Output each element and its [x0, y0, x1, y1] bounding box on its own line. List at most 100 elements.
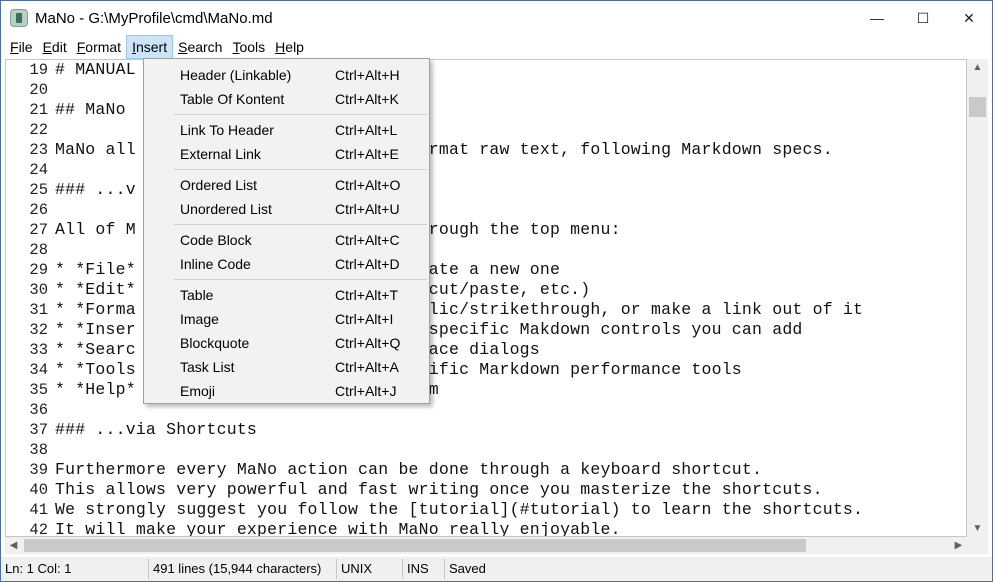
status-insert-mode: INS: [403, 559, 445, 579]
horizontal-scroll-thumb[interactable]: [24, 539, 806, 552]
status-bar: Ln: 1 Col: 1 491 lines (15,944 character…: [1, 557, 992, 581]
menu-format[interactable]: Format: [72, 35, 126, 59]
menu-item-shortcut: Ctrl+Alt+U: [335, 201, 400, 217]
line-number: 28: [29, 241, 48, 259]
maximize-icon: ☐: [916, 9, 930, 26]
scroll-up-arrow-icon[interactable]: ▲: [967, 59, 988, 76]
scroll-down-arrow-icon[interactable]: ▼: [967, 520, 988, 537]
line-text: ## MaNo: [55, 100, 126, 119]
insert-item-blockquote[interactable]: Blockquote Ctrl+Alt+Q: [144, 331, 429, 355]
menu-item-shortcut: Ctrl+Alt+E: [335, 146, 399, 162]
scroll-right-arrow-icon[interactable]: ▶: [950, 537, 967, 554]
close-button[interactable]: ✕: [946, 1, 992, 35]
menu-file[interactable]: File: [5, 35, 38, 59]
status-document-stats: 491 lines (15,944 characters): [149, 559, 337, 579]
close-icon: ✕: [963, 9, 975, 26]
menu-item-label: Image: [180, 311, 219, 327]
menu-label-rest: ools: [239, 39, 266, 55]
menu-item-shortcut: Ctrl+Alt+A: [335, 359, 399, 375]
insert-item-header-linkable[interactable]: Header (Linkable) Ctrl+Alt+H: [144, 63, 429, 87]
status-save-state: Saved: [449, 561, 486, 576]
menu-item-shortcut: Ctrl+Alt+K: [335, 91, 399, 107]
insert-item-table-of-kontent[interactable]: Table Of Kontent Ctrl+Alt+K: [144, 87, 429, 111]
menu-accelerator: F: [76, 39, 86, 55]
insert-item-ordered-list[interactable]: Ordered List Ctrl+Alt+O: [144, 173, 429, 197]
maximize-button[interactable]: ☐: [900, 1, 946, 35]
line-number: 32: [29, 321, 48, 339]
menu-item-label: Blockquote: [180, 335, 250, 351]
window-controls: — ☐ ✕: [854, 1, 992, 35]
insert-menu-dropdown: Header (Linkable) Ctrl+Alt+H Table Of Kont…: [143, 58, 430, 404]
line-number: 23: [29, 141, 48, 159]
insert-item-table[interactable]: Table Ctrl+Alt+T: [144, 283, 429, 307]
editor-line: 37 ### ...via Shortcuts: [6, 420, 966, 440]
line-number: 41: [29, 501, 48, 519]
menu-label-rest: nsert: [135, 39, 168, 55]
menu-item-label: External Link: [180, 146, 261, 162]
menu-label-rest: dit: [51, 39, 67, 55]
menu-item-label: Task List: [180, 359, 235, 375]
line-number: 26: [29, 201, 48, 219]
menu-separator: [174, 224, 427, 225]
line-number: 42: [29, 521, 48, 537]
minimize-button[interactable]: —: [854, 1, 900, 35]
menu-item-label: Link To Header: [180, 122, 274, 138]
line-number: 33: [29, 341, 48, 359]
insert-item-task-list[interactable]: Task List Ctrl+Alt+A: [144, 355, 429, 379]
menu-item-label: Table Of Kontent: [180, 91, 285, 107]
editor-line: 42 It will make your experience with MaNo…: [6, 520, 966, 537]
vertical-scroll-thumb[interactable]: [969, 97, 986, 117]
horizontal-scrollbar[interactable]: ◀ ▶: [5, 537, 967, 554]
menu-item-label: Code Block: [180, 232, 252, 248]
line-number: 37: [29, 421, 48, 439]
menu-separator: [174, 114, 427, 115]
line-number: 39: [29, 461, 48, 479]
line-number: 24: [29, 161, 48, 179]
vertical-scrollbar[interactable]: ▲ ▼: [967, 59, 988, 537]
menu-accelerator: H: [275, 39, 286, 55]
insert-item-image[interactable]: Image Ctrl+Alt+I: [144, 307, 429, 331]
menu-item-shortcut: Ctrl+Alt+D: [335, 256, 400, 272]
line-number: 19: [29, 61, 48, 79]
status-line-endings: UNIX: [337, 559, 403, 579]
menu-item-label: Table: [180, 287, 214, 303]
menu-item-shortcut: Ctrl+Alt+H: [335, 67, 400, 83]
line-number: 29: [29, 261, 48, 279]
app-icon[interactable]: [10, 9, 28, 27]
menu-tools[interactable]: Tools: [227, 35, 270, 59]
insert-item-code-block[interactable]: Code Block Ctrl+Alt+C: [144, 228, 429, 252]
menu-insert[interactable]: Insert: [126, 35, 174, 59]
title-bar[interactable]: MaNo - G:\MyProfile\cmd\MaNo.md — ☐ ✕: [1, 1, 992, 35]
menu-label-rest: ormat: [85, 39, 122, 55]
insert-item-inline-code[interactable]: Inline Code Ctrl+Alt+D: [144, 252, 429, 276]
menu-item-label: Unordered List: [180, 201, 272, 217]
insert-item-emoji[interactable]: Emoji Ctrl+Alt+J: [144, 379, 429, 403]
insert-item-link-to-header[interactable]: Link To Header Ctrl+Alt+L: [144, 118, 429, 142]
scroll-left-arrow-icon[interactable]: ◀: [5, 537, 22, 554]
minimize-icon: —: [870, 10, 884, 26]
menu-search[interactable]: Search: [173, 35, 227, 59]
menu-item-shortcut: Ctrl+Alt+Q: [335, 335, 401, 351]
line-text: Furthermore every MaNo action can be don…: [55, 460, 763, 479]
line-text: We strongly suggest you follow the [tuto…: [55, 500, 864, 519]
line-text: This allows very powerful and fast writi…: [55, 480, 823, 499]
line-number: 34: [29, 361, 48, 379]
menu-accelerator: E: [42, 39, 52, 55]
line-number: 36: [29, 401, 48, 419]
menu-item-label: Ordered List: [180, 177, 258, 193]
menu-label-rest: earch: [187, 39, 223, 55]
menu-item-label: Inline Code: [180, 256, 251, 272]
insert-item-unordered-list[interactable]: Unordered List Ctrl+Alt+U: [144, 197, 429, 221]
menu-item-shortcut: Ctrl+Alt+T: [335, 287, 399, 303]
menu-label-rest: elp: [285, 39, 304, 55]
menu-item-shortcut: Ctrl+Alt+C: [335, 232, 400, 248]
line-text: ### ...v: [55, 180, 136, 199]
menu-help[interactable]: Help: [270, 35, 309, 59]
menu-edit[interactable]: Edit: [38, 35, 72, 59]
line-text: ### ...via Shortcuts: [55, 420, 258, 439]
insert-item-external-link[interactable]: External Link Ctrl+Alt+E: [144, 142, 429, 166]
menu-item-shortcut: Ctrl+Alt+O: [335, 177, 401, 193]
window-title: MaNo - G:\MyProfile\cmd\MaNo.md: [35, 9, 273, 27]
line-text: It will make your experience with MaNo r…: [55, 520, 621, 537]
menu-item-label: Emoji: [180, 383, 216, 399]
